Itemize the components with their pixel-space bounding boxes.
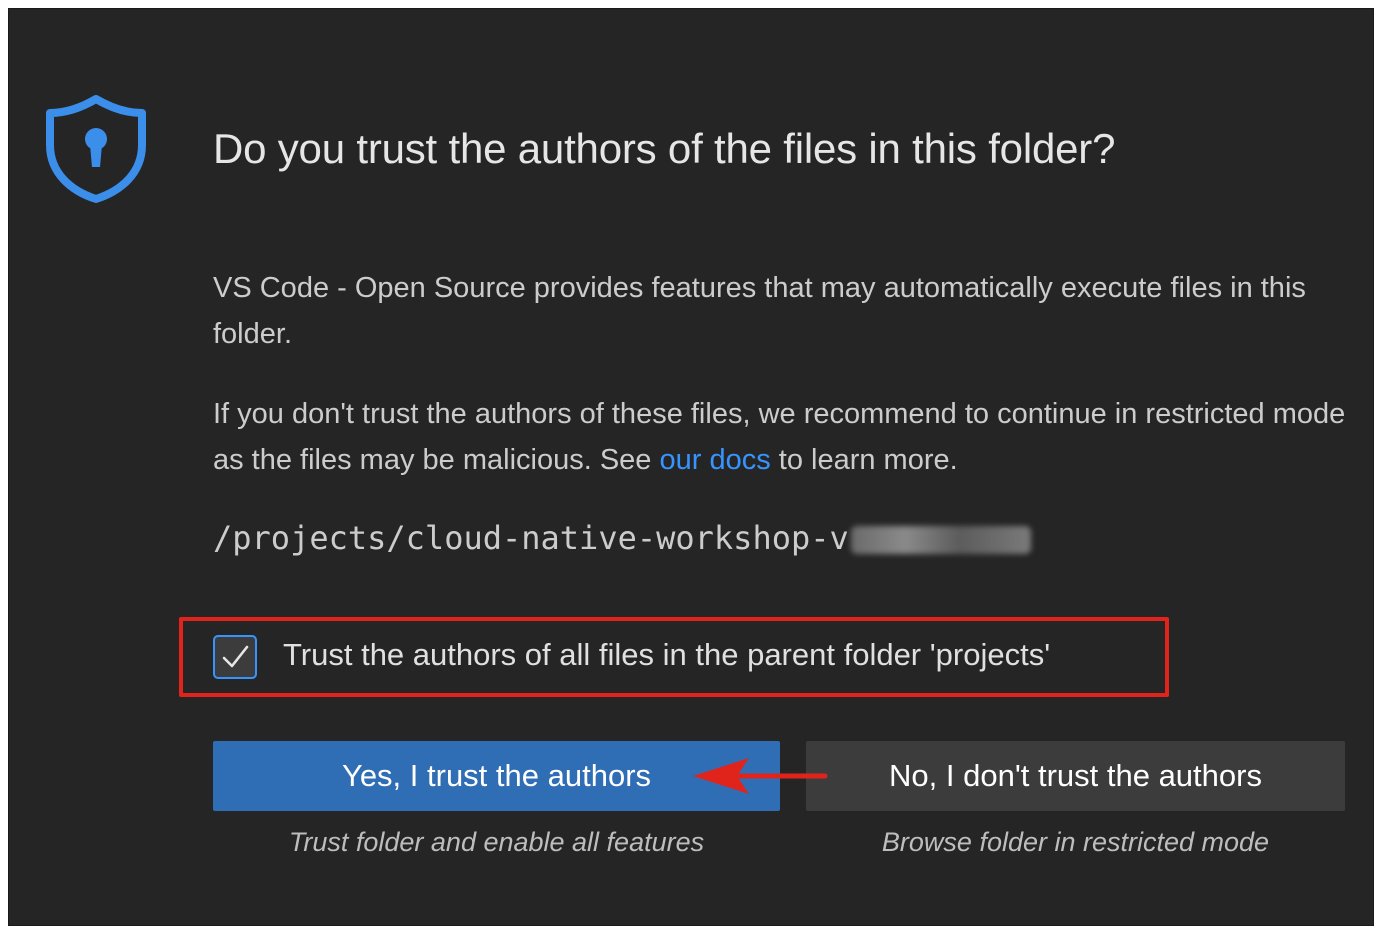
dont-trust-authors-subtitle: Browse folder in restricted mode [881, 827, 1270, 857]
description-execute-warning: VS Code - Open Source provides features … [213, 272, 1306, 350]
dialog-title: Do you trust the authors of the files in… [213, 125, 1116, 172]
trust-authors-subtitle: Trust folder and enable all features [288, 827, 705, 857]
description-restricted-mode: If you don't trust the authors of these … [213, 391, 1363, 483]
trust-parent-folder-label[interactable]: Trust the authors of all files in the pa… [283, 637, 1050, 673]
docs-link[interactable]: our docs [659, 444, 770, 476]
shield-lock-icon [45, 95, 147, 203]
arrow-left-icon [689, 756, 829, 796]
description-text-after: to learn more. [770, 444, 958, 476]
dont-trust-authors-button[interactable]: No, I don't trust the authors [806, 741, 1345, 811]
folder-path-text: /projects/cloud-native-workshop-v [213, 519, 849, 557]
trust-parent-folder-checkbox[interactable] [213, 635, 257, 679]
workspace-trust-dialog: Do you trust the authors of the files in… [8, 8, 1374, 926]
check-icon [222, 645, 249, 668]
redacted-path-segment [850, 526, 1031, 554]
folder-path: /projects/cloud-native-workshop-v [213, 519, 1031, 557]
